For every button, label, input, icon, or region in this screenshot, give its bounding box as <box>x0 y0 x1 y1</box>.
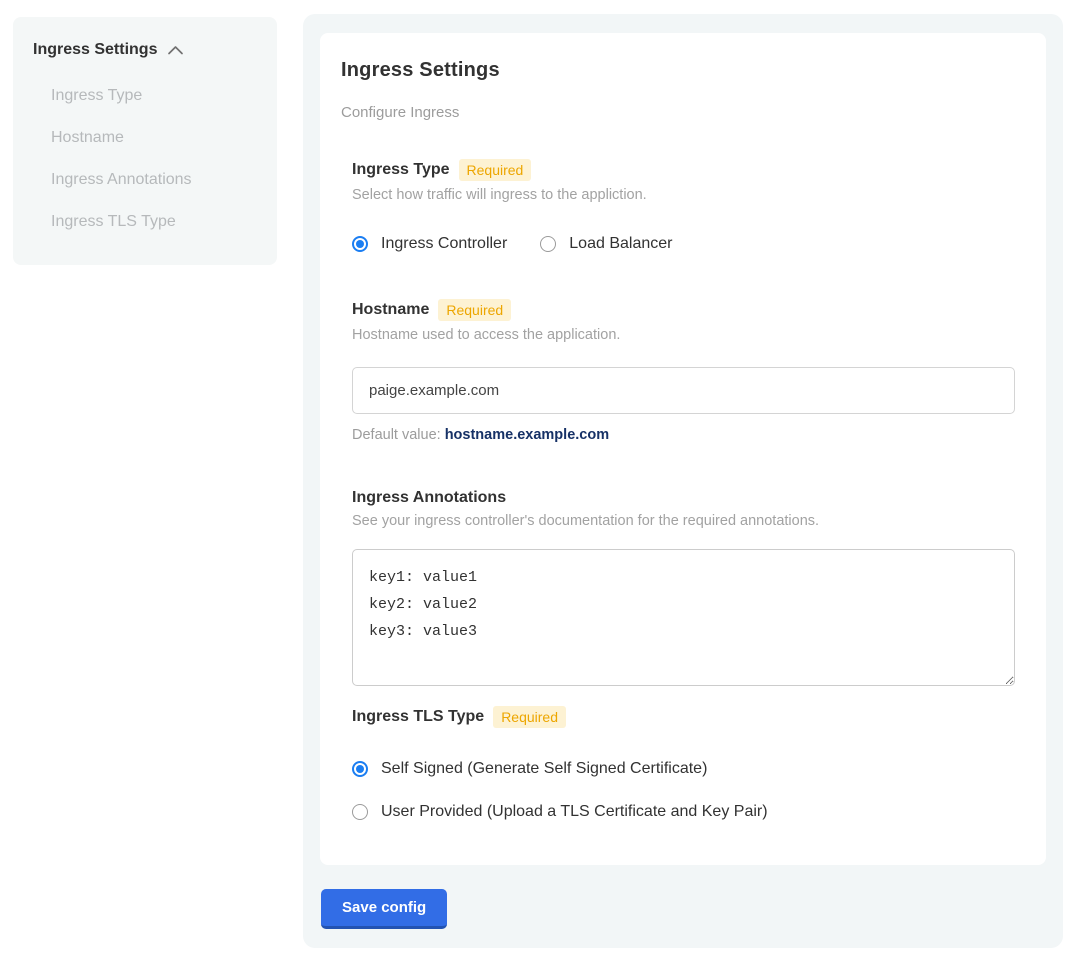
radio-option-label: Self Signed (Generate Self Signed Certif… <box>381 760 707 778</box>
section-ingress-annotations: Ingress Annotations See your ingress con… <box>352 489 1025 686</box>
radio-option-label: Ingress Controller <box>381 235 507 253</box>
section-hostname: Hostname Required Hostname used to acces… <box>352 299 1025 443</box>
radio-selected-icon <box>352 236 368 252</box>
hostname-input[interactable] <box>352 367 1015 414</box>
hostname-help: Hostname used to access the application. <box>352 327 1025 343</box>
ingress-tls-type-label: Ingress TLS Type <box>352 708 484 726</box>
save-config-button[interactable]: Save config <box>321 889 447 929</box>
config-card: Ingress Settings Configure Ingress Ingre… <box>320 33 1046 865</box>
sidebar-item-hostname[interactable]: Hostname <box>51 117 257 159</box>
ingress-tls-radio-group: Self Signed (Generate Self Signed Certif… <box>352 760 1025 821</box>
radio-option-ingress-controller[interactable]: Ingress Controller <box>352 235 507 253</box>
chevron-up-icon <box>167 45 184 56</box>
radio-option-label: User Provided (Upload a TLS Certificate … <box>381 803 768 821</box>
sidebar-item-list: Ingress Type Hostname Ingress Annotation… <box>33 75 257 243</box>
sidebar-item-ingress-type[interactable]: Ingress Type <box>51 75 257 117</box>
section-ingress-type: Ingress Type Required Select how traffic… <box>352 159 1025 253</box>
ingress-annotations-textarea[interactable]: key1: value1 key2: value2 key3: value3 <box>352 549 1015 686</box>
hostname-default-line: Default value: hostname.example.com <box>352 427 1025 443</box>
required-badge: Required <box>459 159 532 181</box>
sidebar-item-ingress-tls-type[interactable]: Ingress TLS Type <box>51 201 257 243</box>
page-title: Ingress Settings <box>341 59 1025 82</box>
radio-option-label: Load Balancer <box>569 235 672 253</box>
ingress-type-help: Select how traffic will ingress to the a… <box>352 187 1025 203</box>
required-badge: Required <box>438 299 511 321</box>
config-nav-sidebar: Ingress Settings Ingress Type Hostname I… <box>13 17 277 265</box>
radio-unselected-icon <box>352 804 368 820</box>
default-value-prefix: Default value: <box>352 427 445 443</box>
radio-unselected-icon <box>540 236 556 252</box>
radio-option-self-signed[interactable]: Self Signed (Generate Self Signed Certif… <box>352 760 1025 778</box>
sidebar-item-ingress-annotations[interactable]: Ingress Annotations <box>51 159 257 201</box>
sidebar-group-ingress-settings[interactable]: Ingress Settings <box>33 41 257 59</box>
config-main-panel: Ingress Settings Configure Ingress Ingre… <box>303 14 1063 948</box>
section-ingress-tls-type: Ingress TLS Type Required Self Signed (G… <box>352 706 1025 821</box>
radio-selected-icon <box>352 761 368 777</box>
radio-option-load-balancer[interactable]: Load Balancer <box>540 235 672 253</box>
radio-option-user-provided[interactable]: User Provided (Upload a TLS Certificate … <box>352 803 1025 821</box>
default-value-link[interactable]: hostname.example.com <box>445 427 609 443</box>
ingress-type-label: Ingress Type <box>352 161 450 179</box>
ingress-annotations-help: See your ingress controller's documentat… <box>352 513 1025 529</box>
page-subtitle: Configure Ingress <box>341 104 1025 121</box>
ingress-annotations-label: Ingress Annotations <box>352 489 506 507</box>
sidebar-group-label: Ingress Settings <box>33 41 157 59</box>
hostname-label: Hostname <box>352 301 429 319</box>
required-badge: Required <box>493 706 566 728</box>
ingress-type-radio-group: Ingress Controller Load Balancer <box>352 235 1025 253</box>
